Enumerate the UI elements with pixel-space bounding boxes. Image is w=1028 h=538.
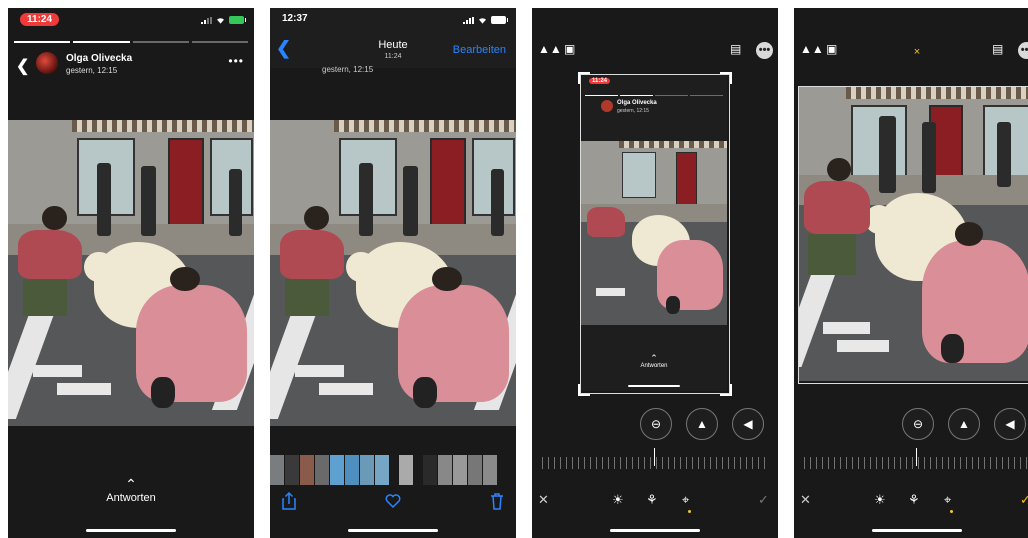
story-photo xyxy=(8,120,254,426)
edit-screen-crop: ▲▲ ▣ ▤ ••• 11:24 Olga Olivecka gestern, … xyxy=(532,8,778,538)
home-indicator[interactable] xyxy=(348,529,438,532)
signal-icon xyxy=(463,16,474,24)
mini-user-name: Olga Olivecka xyxy=(617,100,657,106)
mini-reply-label: Antworten xyxy=(640,363,668,369)
straighten-icon[interactable]: ⊖ xyxy=(640,408,672,440)
mini-home-indicator xyxy=(628,385,680,387)
mini-status-time: 11:24 xyxy=(589,78,611,84)
avatar[interactable] xyxy=(36,52,58,74)
status-time: 12:37 xyxy=(282,13,308,24)
mini-photo xyxy=(581,141,727,325)
vertical-perspective-icon[interactable]: ▲ xyxy=(948,408,980,440)
mini-progress xyxy=(585,95,723,96)
cancel-icon[interactable]: ✕ xyxy=(800,492,811,508)
perspective-controls: ⊖ ▲ ◀ xyxy=(794,408,1028,442)
story-progress xyxy=(14,41,248,43)
reset-cancel-icon[interactable]: × xyxy=(794,46,1028,58)
perspective-controls: ⊖ ▲ ◀ xyxy=(532,408,778,442)
bottom-toolbar xyxy=(270,492,516,516)
mini-avatar xyxy=(601,100,613,112)
status-icons xyxy=(201,16,246,24)
more-icon[interactable]: ••• xyxy=(228,54,244,68)
horizontal-perspective-icon[interactable]: ◀ xyxy=(732,408,764,440)
more-icon[interactable]: ••• xyxy=(756,42,773,59)
photo xyxy=(270,120,516,426)
mini-post-time: gestern, 12:15 xyxy=(617,108,649,114)
ruler-center-marker xyxy=(654,448,655,466)
battery-icon xyxy=(229,16,246,24)
edit-bottom-bar: ✕ ☀ ⚘ ⌖ ✓ xyxy=(532,492,778,513)
wifi-icon xyxy=(479,17,486,24)
cropped-photo xyxy=(799,87,1028,381)
photos-view-screen: 12:37 ❮ Heute 11:24 Bearbeiten gestern, … xyxy=(270,8,516,538)
flip-horizontal-icon[interactable]: ▲▲ xyxy=(538,42,562,56)
crop-icon[interactable]: ⌖ xyxy=(682,492,689,508)
trash-icon[interactable] xyxy=(490,492,504,510)
wifi-icon xyxy=(217,17,224,24)
reply-label[interactable]: Antworten xyxy=(8,492,254,504)
back-chevron-icon[interactable]: ❮ xyxy=(16,56,29,76)
story-view-screen: 11:24 ❮ Olga Olivecka gestern, 12:15 •••… xyxy=(8,8,254,538)
horizontal-perspective-icon[interactable]: ◀ xyxy=(994,408,1026,440)
home-indicator[interactable] xyxy=(610,529,700,532)
status-icons xyxy=(463,16,508,24)
rotate-icon[interactable]: ▣ xyxy=(564,42,575,56)
aspect-ratio-icon[interactable]: ▤ xyxy=(730,42,741,56)
vertical-perspective-icon[interactable]: ▲ xyxy=(686,408,718,440)
home-indicator[interactable] xyxy=(872,529,962,532)
story-header: ❮ Olga Olivecka gestern, 12:15 ••• xyxy=(8,50,254,80)
thumbnail-strip[interactable] xyxy=(270,455,516,485)
post-time: gestern, 12:15 xyxy=(66,66,118,75)
crop-active-dot xyxy=(950,510,953,513)
ruler-center-marker xyxy=(916,448,917,466)
post-time-ghost: gestern, 12:15 xyxy=(322,65,374,74)
edit-bottom-bar: ✕ ☀ ⚘ ⌖ ✓ xyxy=(794,492,1028,513)
done-check-icon[interactable]: ✓ xyxy=(1020,492,1028,508)
edit-top-bar: ▲▲ ▣ ▤ ••• xyxy=(532,42,778,62)
cancel-icon[interactable]: ✕ xyxy=(538,492,549,508)
filters-icon[interactable]: ⚘ xyxy=(646,492,658,508)
signal-icon xyxy=(201,16,212,24)
battery-icon xyxy=(491,16,508,24)
status-time: 11:24 xyxy=(20,13,60,26)
crop-active-dot xyxy=(688,510,691,513)
edit-screen-cropped: ▲▲ ▣ ▤ ••• × ⊖ ▲ ◀ ✕ ☀ ⚘ ⌖ ✓ xyxy=(794,8,1028,538)
edit-button[interactable]: Bearbeiten xyxy=(453,44,506,56)
user-name[interactable]: Olga Olivecka xyxy=(66,53,132,64)
angle-ruler[interactable] xyxy=(542,457,768,469)
home-indicator[interactable] xyxy=(86,529,176,532)
reply-chevron-icon[interactable]: ⌃ xyxy=(8,476,254,493)
cropped-screenshot-preview: 11:24 Olga Olivecka gestern, 12:15 ⌃ Ant… xyxy=(581,75,727,391)
auto-enhance-icon[interactable]: ☀ xyxy=(874,492,886,508)
share-icon[interactable] xyxy=(282,492,296,510)
auto-enhance-icon[interactable]: ☀ xyxy=(612,492,624,508)
heart-icon[interactable] xyxy=(385,494,401,508)
navigation-bar: 12:37 ❮ Heute 11:24 Bearbeiten xyxy=(270,8,516,68)
done-check-icon[interactable]: ✓ xyxy=(758,492,769,508)
filters-icon[interactable]: ⚘ xyxy=(908,492,920,508)
crop-icon[interactable]: ⌖ xyxy=(944,492,951,508)
straighten-icon[interactable]: ⊖ xyxy=(902,408,934,440)
